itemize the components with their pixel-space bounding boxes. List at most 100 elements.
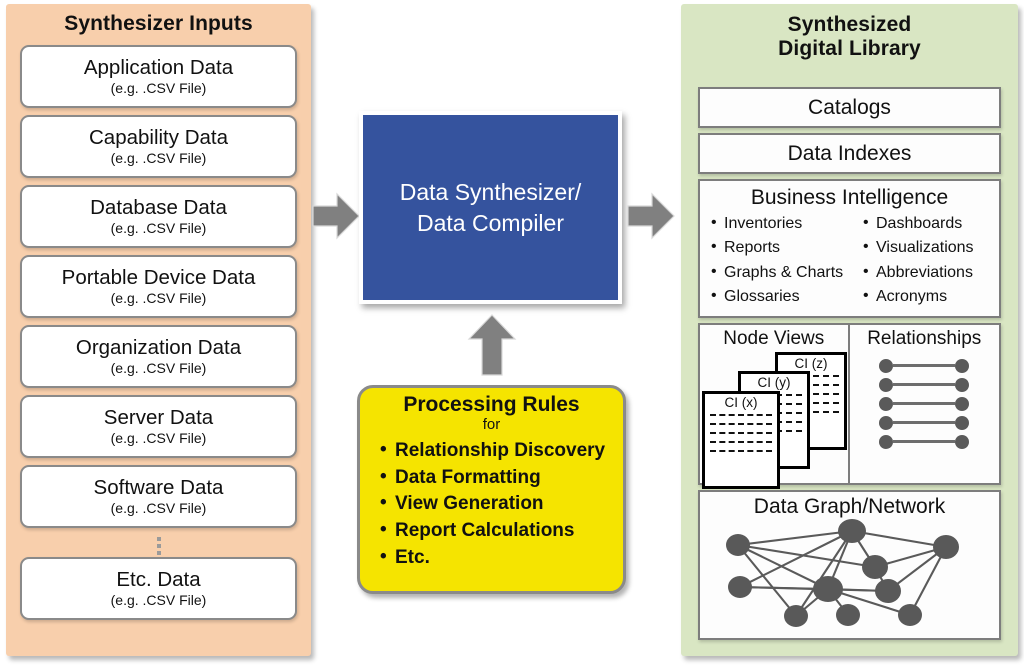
input-card-title: Etc. Data [116,567,201,591]
synthesizer-label: Data Synthesizer/ Data Compiler [400,177,582,238]
relationships-subsection[interactable]: Relationships [850,325,1000,483]
relationship-node-icon [879,377,894,392]
bi-item: Glossaries [710,284,862,309]
input-card-subtitle: (e.g. .CSV File) [110,360,207,377]
arrow-up-icon-rules-to-synthesizer [467,314,517,376]
input-card-portable-device-data[interactable]: Portable Device Data (e.g. .CSV File) [20,255,297,318]
bi-item: Inventories [710,211,862,236]
relationship-node-icon [879,396,894,411]
arrow-right-icon-inputs-to-synthesizer [312,192,360,240]
input-card-capability-data[interactable]: Capability Data (e.g. .CSV File) [20,115,297,178]
input-card-title: Application Data [83,55,234,79]
relationship-edge [893,440,956,444]
input-card-subtitle: (e.g. .CSV File) [110,500,207,517]
input-card-subtitle: (e.g. .CSV File) [110,430,207,447]
relationship-edge [893,364,956,368]
diagram-canvas: Synthesizer Inputs Application Data (e.g… [0,0,1024,668]
relationship-row [850,394,1000,413]
library-section-catalogs[interactable]: Catalogs [698,87,1001,128]
relationship-edge [893,421,956,425]
relationship-node-icon [879,434,894,449]
library-title-line1: Synthesized [787,13,912,36]
relationship-row [850,375,1000,394]
processing-rule-item: Data Formatting [380,464,623,492]
relationship-edge [893,402,956,406]
input-card-title: Software Data [93,475,224,499]
data-synthesizer-box[interactable]: Data Synthesizer/ Data Compiler [359,111,622,304]
relationship-node-icon [955,396,970,411]
vertical-ellipsis-icon [20,535,297,557]
bi-item: Visualizations [862,235,974,260]
bi-item: Reports [710,235,862,260]
processing-rule-item: View Generation [380,490,623,518]
processing-rule-item: Etc. [380,544,623,572]
library-sections: Catalogs Data Indexes Business Intellige… [698,87,1001,645]
relationship-node-icon [955,415,970,430]
bi-column-left: Inventories Reports Graphs & Charts Glos… [710,211,862,309]
relationships-title: Relationships [867,328,982,350]
input-card-title: Database Data [90,195,227,219]
catalogs-label: Catalogs [808,95,891,119]
data-indexes-label: Data Indexes [787,141,912,165]
library-title-line2: Digital Library [778,36,921,60]
processing-rules-title: Processing Rules [403,393,580,416]
node-views-title: Node Views [723,328,825,350]
relationship-node-icon [955,434,970,449]
bi-item: Dashboards [862,211,974,236]
input-card-organization-data[interactable]: Organization Data (e.g. .CSV File) [20,325,297,388]
node-view-card-label: CI (z) [794,356,828,372]
input-card-subtitle: (e.g. .CSV File) [110,80,207,97]
relationship-row [850,432,1000,451]
input-card-server-data[interactable]: Server Data (e.g. .CSV File) [20,395,297,458]
library-section-node-views-relationships: Node Views CI (z) CI (y) CI (x) Relation… [698,323,1001,490]
synthesizer-label-line2: Data Compiler [417,209,564,236]
data-graph-network-illustration [726,519,959,628]
processing-rules-subtitle: for [482,416,501,434]
input-card-software-data[interactable]: Software Data (e.g. .CSV File) [20,465,297,528]
bi-item: Abbreviations [862,260,974,285]
inputs-panel-title: Synthesizer Inputs [64,12,253,35]
relationship-row [850,413,1000,432]
library-panel-title: Synthesized Digital Library [681,4,1018,60]
input-card-title: Organization Data [75,335,242,359]
relationship-edge [893,383,956,387]
relationship-node-icon [879,358,894,373]
library-section-data-indexes[interactable]: Data Indexes [698,133,1001,174]
input-card-subtitle: (e.g. .CSV File) [110,592,207,609]
node-views-subsection[interactable]: Node Views CI (z) CI (y) CI (x) [700,325,850,490]
library-section-data-graph[interactable]: Data Graph/Network [698,490,1001,641]
relationship-node-icon [955,377,970,392]
relationship-row [850,356,1000,375]
library-section-business-intelligence[interactable]: Business Intelligence Inventories Report… [698,179,1001,319]
bi-item: Graphs & Charts [710,260,862,285]
processing-rules-list: Relationship Discovery Data Formatting V… [360,437,623,573]
business-intelligence-columns: Inventories Reports Graphs & Charts Glos… [700,211,999,316]
input-card-title: Portable Device Data [61,265,256,289]
relationships-rows [850,356,1000,451]
input-card-etc-data[interactable]: Etc. Data (e.g. .CSV File) [20,557,297,620]
synthesized-digital-library-panel: Synthesized Digital Library Catalogs Dat… [681,4,1018,656]
node-views-card-stack: CI (z) CI (y) CI (x) [700,350,848,490]
synthesizer-label-line1: Data Synthesizer/ [399,179,582,206]
relationship-node-icon [955,358,970,373]
input-card-title: Server Data [103,405,214,429]
bi-column-right: Dashboards Visualizations Abbreviations … [862,211,974,309]
node-view-card-label: CI (y) [757,375,791,391]
node-view-card-ci-x[interactable]: CI (x) [702,391,780,490]
input-card-database-data[interactable]: Database Data (e.g. .CSV File) [20,185,297,248]
input-card-title: Capability Data [88,125,228,149]
input-card-subtitle: (e.g. .CSV File) [110,150,207,167]
input-card-subtitle: (e.g. .CSV File) [110,290,207,307]
inputs-card-list: Application Data (e.g. .CSV File) Capabi… [20,45,297,627]
bi-item: Acronyms [862,284,974,309]
business-intelligence-title: Business Intelligence [750,186,949,209]
processing-rules-box[interactable]: Processing Rules for Relationship Discov… [357,385,626,594]
node-view-card-rows [705,411,777,452]
data-graph-title: Data Graph/Network [753,495,946,519]
processing-rule-item: Relationship Discovery [380,437,623,465]
input-card-application-data[interactable]: Application Data (e.g. .CSV File) [20,45,297,108]
relationship-node-icon [879,415,894,430]
node-view-card-label: CI (x) [724,395,758,411]
input-card-subtitle: (e.g. .CSV File) [110,220,207,237]
processing-rule-item: Report Calculations [380,517,623,545]
